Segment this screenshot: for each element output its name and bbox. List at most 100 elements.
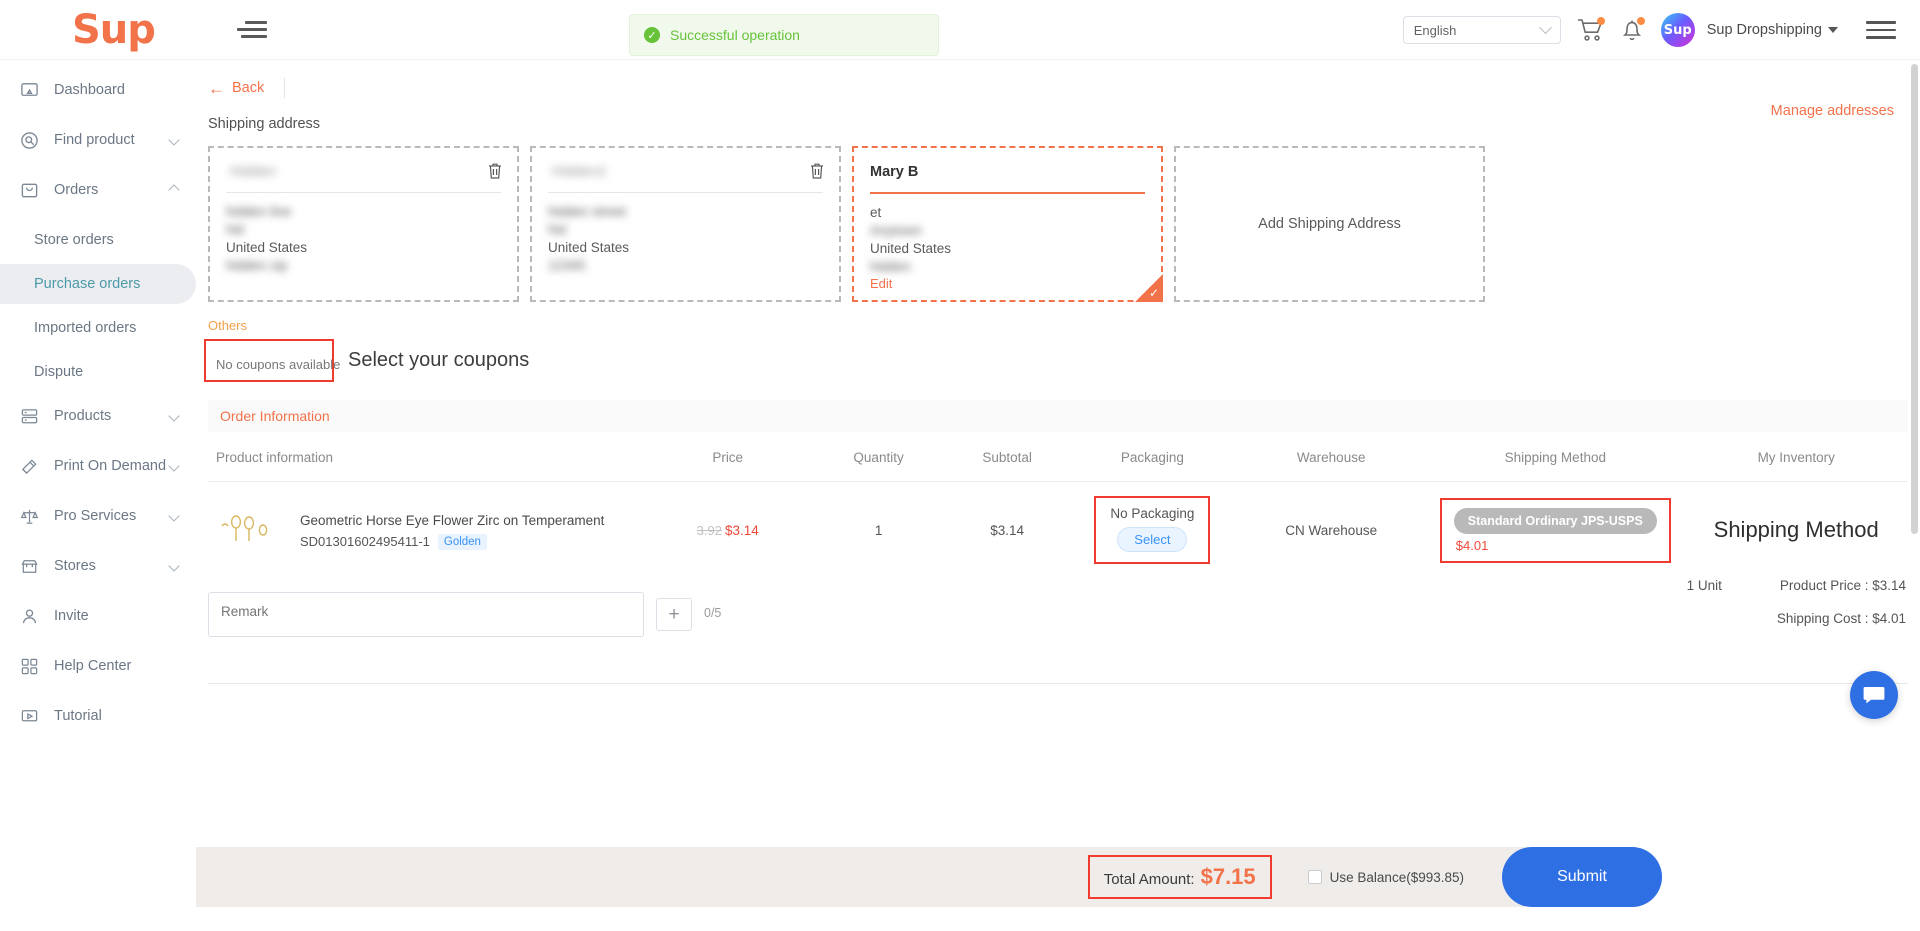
divider — [870, 192, 1145, 194]
edit-address-link[interactable]: Edit — [870, 276, 892, 291]
hamburger-menu-icon[interactable] — [1866, 21, 1896, 39]
product-table: Product information Price Quantity Subto… — [208, 432, 1908, 578]
toast-message: Successful operation — [670, 27, 800, 43]
chevron-down-icon[interactable] — [1828, 27, 1838, 33]
product-title[interactable]: Geometric Horse Eye Flower Zirc on Tempe… — [300, 511, 604, 530]
sidebar-item-label: Dashboard — [54, 82, 125, 98]
add-shipping-address-button[interactable]: Add Shipping Address — [1174, 146, 1485, 302]
sidebar-item-dashboard[interactable]: Dashboard — [0, 70, 196, 110]
address-card[interactable]: Hidden hidden line hid United States hid… — [208, 146, 519, 302]
storefront-icon — [18, 555, 40, 577]
sidebar-item-orders[interactable]: Orders — [0, 170, 196, 210]
sidebar-item-invite[interactable]: Invite — [0, 596, 196, 636]
address-line1: et — [870, 205, 882, 220]
app-header: Sup ✓ Successful operation English Sup S… — [0, 0, 1920, 60]
cell-subtotal: $3.14 — [990, 522, 1024, 538]
cart-badge-dot — [1596, 17, 1605, 25]
scrollbar-thumb[interactable] — [1911, 64, 1918, 534]
sidebar-item-stores[interactable]: Stores — [0, 546, 196, 586]
cell-shipping-method: Standard Ordinary JPS-USPS $4.01 — [1426, 482, 1684, 579]
chevron-down-icon — [1538, 20, 1552, 34]
shipping-method-pill[interactable]: Standard Ordinary JPS-USPS — [1453, 507, 1657, 534]
cell-quantity: 1 — [874, 522, 883, 538]
sidebar-item-help-center[interactable]: Help Center — [0, 646, 196, 686]
sidebar-item-label: Invite — [54, 608, 89, 624]
unit-count: 1 Unit — [1686, 578, 1722, 593]
page-scrollbar[interactable] — [1911, 64, 1918, 924]
sidebar-item-find-product[interactable]: Find product — [0, 120, 196, 160]
user-name[interactable]: Sup Dropshipping — [1707, 22, 1822, 38]
delete-address-icon[interactable] — [487, 162, 503, 185]
address-zip: hidden — [870, 259, 911, 274]
coupon-row: No coupons available Select your coupons — [196, 333, 1920, 382]
sidebar-item-purchase-orders[interactable]: Purchase orders — [0, 264, 196, 304]
cell-my-inventory: Shipping Method — [1684, 482, 1908, 579]
use-balance-group[interactable]: Use Balance($993.85) — [1307, 870, 1464, 885]
sidebar-item-imported-orders[interactable]: Imported orders — [0, 308, 196, 348]
avatar[interactable]: Sup — [1660, 13, 1695, 47]
shipping-method-annotation: Shipping Method — [1713, 517, 1879, 542]
divider — [208, 683, 1908, 684]
sidebar-item-pro-services[interactable]: Pro Services — [0, 496, 196, 536]
shipping-cost-total: Shipping Cost : $4.01 — [1776, 611, 1906, 626]
product-thumbnail[interactable] — [216, 501, 278, 559]
submit-button[interactable]: Submit — [1502, 847, 1662, 907]
remark-row: + 0/5 1 Unit Product Price : $3.14 Shipp… — [196, 578, 1920, 637]
cell-price: 3.92 $3.14 — [644, 482, 812, 579]
use-balance-checkbox[interactable] — [1307, 870, 1322, 884]
scales-icon — [18, 505, 40, 527]
remark-input[interactable] — [208, 592, 644, 637]
table-row: Geometric Horse Eye Flower Zirc on Tempe… — [208, 482, 1908, 579]
sidebar-item-products[interactable]: Products — [0, 396, 196, 436]
totals-line-1: 1 Unit Product Price : $3.14 — [1687, 578, 1906, 593]
sidebar-item-print-on-demand[interactable]: Print On Demand — [0, 446, 196, 486]
address-card-list: Hidden hidden line hid United States hid… — [196, 132, 1920, 302]
divider — [284, 78, 286, 98]
product-sku: SD01301602495411-1 — [300, 534, 430, 549]
chevron-down-icon — [168, 510, 180, 522]
divider — [548, 192, 823, 193]
address-line1: hidden street — [548, 204, 627, 219]
totals-line-2: Shipping Cost : $4.01 — [1687, 611, 1906, 626]
sidebar-subitem-label: Store orders — [34, 232, 114, 248]
brand-logo[interactable]: Sup — [72, 10, 156, 50]
sidebar-subitem-label: Purchase orders — [34, 276, 141, 292]
arrow-left-icon: ← — [208, 78, 225, 98]
table-header-row: Product information Price Quantity Subto… — [208, 432, 1908, 482]
plus-icon[interactable]: + — [656, 598, 692, 631]
delete-address-icon[interactable] — [809, 162, 825, 185]
total-amount-value: $7.15 — [1200, 864, 1256, 889]
col-product-information: Product information — [208, 432, 644, 482]
notification-bell-icon[interactable] — [1621, 17, 1645, 42]
address-line2: Anytown — [870, 223, 922, 238]
sidebar-item-dispute[interactable]: Dispute — [0, 352, 196, 392]
address-card-selected[interactable]: Mary B et Anytown United States hidden E… — [852, 146, 1163, 302]
chat-support-icon[interactable] — [1850, 671, 1898, 719]
order-information-header: Order Information — [208, 400, 1908, 432]
col-subtotal: Subtotal — [945, 432, 1069, 482]
sidebar-item-tutorial[interactable]: Tutorial — [0, 696, 196, 736]
divider — [226, 192, 501, 193]
total-amount-highlight: Total Amount: $7.15 — [1087, 855, 1272, 899]
address-card[interactable]: Hidden2 hidden street hid United States … — [530, 146, 841, 302]
back-button[interactable]: ← Back — [208, 80, 264, 97]
shopping-cart-icon[interactable] — [1577, 17, 1605, 42]
person-invite-icon — [18, 605, 40, 627]
cell-product-information: Geometric Horse Eye Flower Zirc on Tempe… — [208, 482, 644, 579]
tutorial-icon — [18, 705, 40, 727]
no-coupons-highlight: No coupons available — [204, 339, 340, 382]
sidebar-item-label: Tutorial — [54, 708, 102, 724]
col-price: Price — [643, 432, 812, 482]
address-country: United States — [870, 241, 952, 256]
chevron-down-icon — [168, 460, 180, 472]
select-packaging-button[interactable]: Select — [1117, 527, 1188, 552]
sidebar-item-store-orders[interactable]: Store orders — [0, 220, 196, 260]
sidebar-item-label: Print On Demand — [54, 458, 167, 474]
sidebar-item-label: Orders — [54, 182, 99, 198]
language-select[interactable]: English — [1402, 16, 1561, 44]
collapse-sidebar-icon[interactable] — [236, 17, 267, 43]
shipping-method-highlight: Standard Ordinary JPS-USPS $4.01 — [1439, 497, 1671, 563]
cell-packaging: No Packaging Select — [1069, 482, 1237, 579]
price-original: 3.92 — [696, 522, 722, 538]
manage-addresses-link[interactable]: Manage addresses — [1771, 103, 1894, 119]
